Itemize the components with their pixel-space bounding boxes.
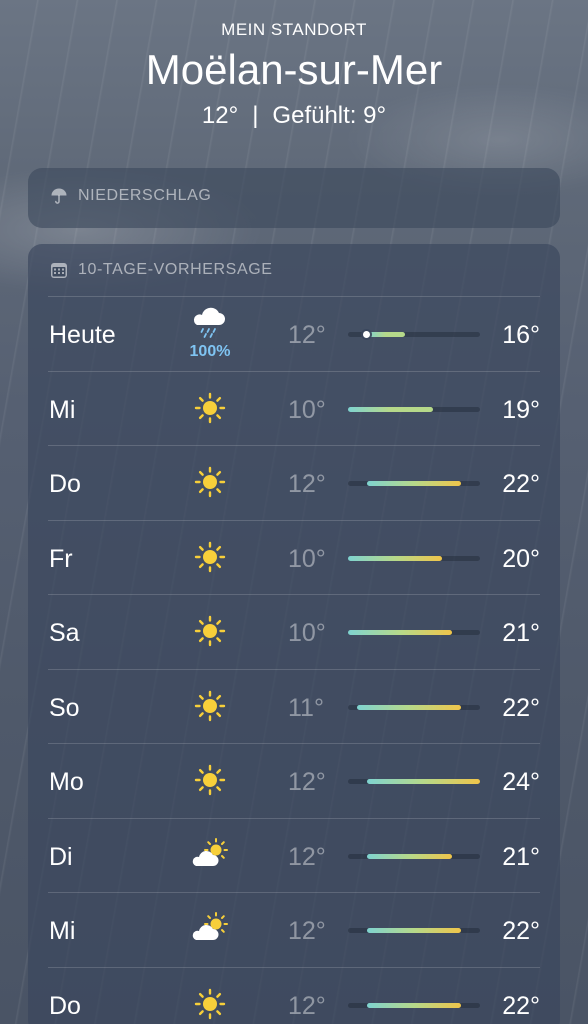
- precipitation-card-title: NIEDERSCHLAG: [50, 186, 211, 206]
- temperature-range-bar: [348, 779, 480, 784]
- high-temperature: 20°: [502, 544, 540, 573]
- ten-day-forecast-card[interactable]: 10-TAGE-VORHERSAGE Heute 100% 12° 16° Mi 10° 1…: [28, 244, 560, 1024]
- forecast-day: Heute: [49, 321, 116, 349]
- temperature-range-bar: [348, 630, 480, 635]
- forecast-day: Mo: [49, 768, 84, 796]
- forecast-day: Do: [49, 470, 81, 498]
- high-temperature: 21°: [502, 619, 540, 647]
- low-temperature: 12°: [288, 991, 326, 1020]
- temperature-range-bar: [348, 704, 480, 710]
- sun-icon: [188, 535, 232, 579]
- forecast-row[interactable]: Heute 100% 12° 16°: [48, 296, 540, 371]
- sun-icon: [188, 386, 232, 430]
- high-temperature: 16°: [502, 321, 540, 349]
- high-temperature: 22°: [502, 470, 540, 498]
- temperature-range-bar: [348, 331, 480, 338]
- low-temperature: 10°: [288, 619, 326, 647]
- current-conditions: 12° | Gefühlt: 9°: [0, 102, 588, 130]
- forecast-row[interactable]: Mi 10° 19°: [48, 370, 540, 446]
- forecast-day: Sa: [49, 619, 80, 647]
- sun-icon: [188, 758, 232, 802]
- forecast-day: Mi: [49, 395, 76, 424]
- forecast-row[interactable]: Mo 12° 24°: [48, 743, 540, 818]
- forecast-row[interactable]: So 11° 22°: [48, 668, 540, 744]
- sun-icon: [188, 982, 232, 1024]
- low-temperature: 12°: [288, 321, 326, 349]
- temperature-range-fill: [366, 1002, 462, 1008]
- high-temperature: 24°: [502, 768, 540, 796]
- low-temperature: 10°: [288, 395, 326, 424]
- forecast-day: Di: [49, 842, 73, 871]
- city-name: Moëlan-sur-Mer: [145, 46, 443, 93]
- high-temperature: 22°: [502, 693, 540, 722]
- low-temperature: 10°: [288, 544, 326, 573]
- temperature-range-bar: [348, 406, 480, 412]
- temperature-range-fill: [348, 630, 452, 635]
- temperature-range-bar: [348, 1002, 480, 1008]
- temperature-range-bar: [348, 928, 480, 933]
- temperature-range-bar: [348, 481, 480, 486]
- precipitation-probability: 100%: [189, 343, 231, 360]
- feels-like: Gefühlt: 9°: [272, 102, 387, 129]
- temperature-range-fill: [348, 555, 443, 561]
- temperature-range-fill: [366, 332, 405, 337]
- forecast-row[interactable]: Do 12° 22°: [48, 445, 540, 520]
- forecast-title: 10-TAGE-VORHERSAGE: [78, 261, 273, 278]
- low-temperature: 11°: [288, 693, 324, 722]
- high-temperature: 21°: [502, 842, 540, 871]
- temperature-range-fill: [357, 704, 462, 710]
- partly-cloudy-icon: [188, 833, 232, 877]
- high-temperature: 19°: [502, 395, 540, 424]
- low-temperature: 12°: [288, 470, 326, 498]
- temperature-range-fill: [366, 853, 452, 859]
- forecast-day: So: [49, 693, 80, 722]
- sun-icon: [188, 460, 232, 504]
- precipitation-card[interactable]: NIEDERSCHLAG: [28, 168, 560, 228]
- temperature-range-bar: [348, 853, 480, 859]
- forecast-day: Mi: [49, 917, 76, 945]
- forecast-row[interactable]: Fr 10° 20°: [48, 519, 540, 595]
- low-temperature: 12°: [288, 917, 326, 945]
- forecast-row[interactable]: Sa 10° 21°: [48, 594, 540, 669]
- forecast-row[interactable]: Mi 12° 22°: [48, 892, 540, 967]
- temperature-range-bar: [348, 555, 480, 561]
- forecast-row[interactable]: Di 12° 21°: [48, 817, 540, 893]
- current-temperature: 12°: [201, 102, 239, 129]
- umbrella-icon: [50, 187, 68, 205]
- forecast-day: Do: [49, 991, 81, 1020]
- high-temperature: 22°: [502, 917, 540, 945]
- partly-cloudy-icon: [188, 907, 232, 951]
- forecast-day: Fr: [49, 544, 73, 573]
- forecast-card-title: 10-TAGE-VORHERSAGE: [50, 260, 273, 280]
- location-label: MEIN STANDORT: [221, 20, 367, 39]
- temperature-range-fill: [366, 481, 462, 486]
- rain-cloud-icon: [188, 301, 232, 345]
- high-temperature: 22°: [502, 991, 540, 1020]
- sun-icon: [188, 684, 232, 728]
- low-temperature: 12°: [288, 768, 326, 796]
- sun-icon: [188, 609, 232, 653]
- precipitation-title: NIEDERSCHLAG: [78, 187, 212, 204]
- separator: |: [252, 102, 259, 129]
- temperature-range-fill: [348, 406, 433, 412]
- calendar-icon: [50, 261, 68, 279]
- temperature-range-fill: [366, 779, 480, 784]
- forecast-rows: Heute 100% 12° 16° Mi 10° 19° Do 12° 22° Fr 10° 20° S…: [28, 296, 560, 1024]
- low-temperature: 12°: [288, 842, 326, 871]
- temperature-range-fill: [366, 928, 462, 933]
- forecast-row[interactable]: Do 12° 22°: [48, 966, 540, 1024]
